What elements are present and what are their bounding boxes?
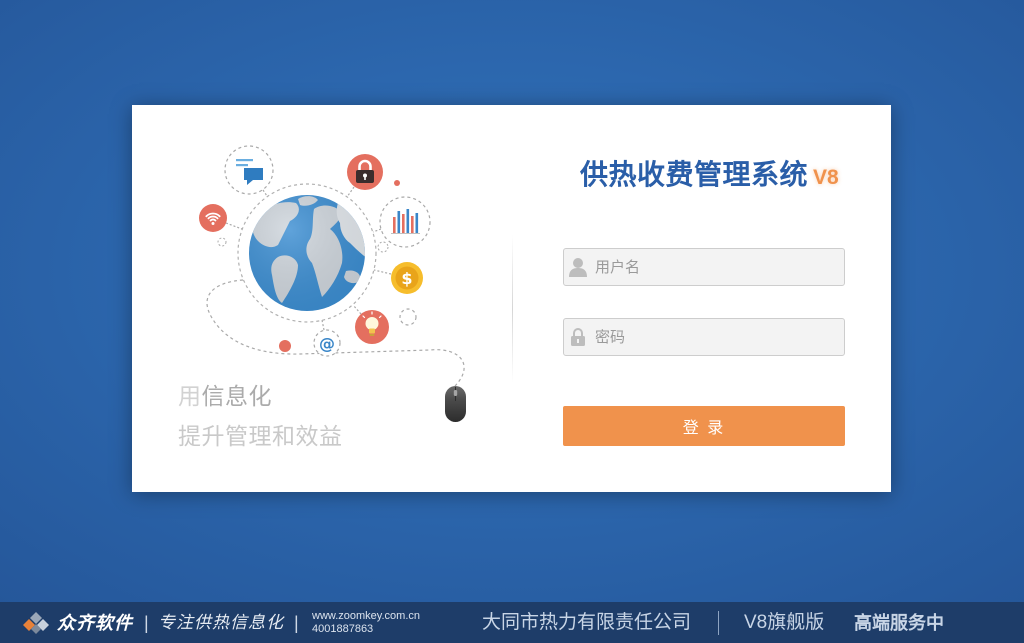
dollar-icon: $ bbox=[391, 262, 423, 294]
brand-name: 众齐软件 bbox=[57, 613, 133, 633]
password-input[interactable] bbox=[563, 318, 845, 356]
username-input[interactable] bbox=[563, 248, 845, 286]
lock-icon bbox=[347, 154, 383, 190]
password-field bbox=[563, 318, 845, 356]
slogan-line-1: 用信息化 bbox=[178, 383, 272, 409]
footer-separator: | bbox=[294, 613, 299, 633]
footer-divider bbox=[718, 611, 719, 635]
dollar-symbol: $ bbox=[401, 269, 412, 288]
slogan-line-2: 提升管理和效益 bbox=[178, 423, 343, 449]
version-badge: V8 bbox=[813, 166, 839, 189]
website-text: www.zoomkey.com.cn bbox=[312, 610, 420, 622]
service-status: 高端服务中 bbox=[854, 613, 944, 633]
edition-label: V8旗舰版 bbox=[744, 612, 825, 633]
chat-icon bbox=[224, 145, 274, 195]
globe-icon bbox=[249, 195, 365, 311]
login-card: $ @ 用信息化 提升管理和效益 供热收费管理系统 V8 用户名 登 录 bbox=[132, 105, 891, 492]
lightbulb-icon bbox=[355, 310, 389, 344]
wifi-icon bbox=[199, 204, 227, 232]
at-symbol: @ bbox=[319, 334, 335, 353]
slogan-prefix: 用 bbox=[178, 383, 202, 409]
lock-icon bbox=[571, 328, 585, 346]
mouse-icon bbox=[445, 386, 466, 422]
company-name: 大同市热力有限责任公司 bbox=[482, 612, 692, 633]
app-title-text: 供热收费管理系统 bbox=[580, 159, 809, 190]
brand-tagline: 专注供热信息化 bbox=[158, 613, 284, 633]
divider bbox=[512, 235, 513, 383]
footer-bar: 众齐软件 | 专注供热信息化 | www.zoomkey.com.cn 4001… bbox=[0, 602, 1024, 643]
footer-separator: | bbox=[144, 613, 149, 633]
zoomkey-logo-icon bbox=[23, 612, 49, 634]
app-title: 供热收费管理系统 V8 bbox=[580, 159, 839, 191]
bar-chart-icon bbox=[379, 196, 431, 248]
username-field bbox=[563, 248, 845, 286]
at-icon: @ bbox=[313, 329, 341, 357]
login-button[interactable]: 登 录 bbox=[563, 406, 845, 446]
phone-text: 4001887863 bbox=[312, 623, 374, 635]
user-icon bbox=[569, 258, 587, 277]
slogan-rest: 信息化 bbox=[201, 383, 272, 409]
